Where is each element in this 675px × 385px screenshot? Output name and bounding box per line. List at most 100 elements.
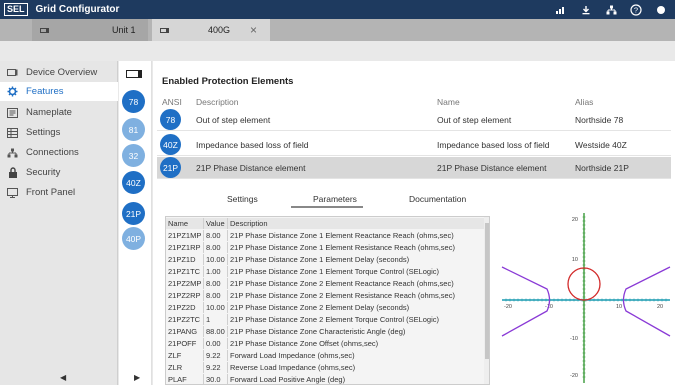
toolbar-strip [0,41,675,61]
tab-label: 400G [208,25,231,35]
gear-icon [7,86,18,97]
scrollbar-thumb[interactable] [485,223,489,359]
rail-element-32[interactable]: 32 [122,144,145,167]
table-row[interactable]: 21PZ1RP 8.00 21P Phase Distance Zone 1 Ele… [166,242,484,253]
column-divider [227,266,228,277]
help-icon[interactable]: ? [630,3,642,16]
rail-element-81[interactable]: 81 [122,118,145,141]
table-row[interactable]: ZLR 9.22 Reverse Load Impedance (ohms,sec) [166,362,484,373]
y-tick-label: -20 [570,373,578,379]
y-tick-label: 20 [572,217,578,223]
param-name: 21PZ1RP [168,243,201,252]
app-title: Grid Configurator [35,4,120,15]
sidebar-item-label: Device Overview [26,67,98,78]
column-divider [203,218,204,229]
rail-element-40p[interactable]: 40P [122,227,145,250]
param-name: 21PZ2TC [168,315,201,324]
param-name: 21PANG [168,327,198,336]
row-name: Out of step element [437,115,512,125]
column-divider [227,338,228,349]
column-divider [203,350,204,361]
column-header-description: Description [196,97,239,107]
scrollbar[interactable] [484,217,489,384]
table-row[interactable]: PLAF 30.0 Forward Load Positive Angle (deg… [166,374,484,384]
column-divider [203,302,204,313]
table-row[interactable]: 78 Out of step element Out of step eleme… [157,109,671,131]
sidebar-item-label: Features [26,86,64,97]
sidebar-item-security[interactable]: Security [0,163,118,182]
tab-settings[interactable]: Settings [227,194,258,204]
table-row[interactable]: 21PZ2TC 1 21P Phase Distance Zone 2 Elemen… [166,314,484,325]
param-value: 1 [206,315,211,324]
rail-element-21p[interactable]: 21P [122,202,145,225]
sidebar-item-connections[interactable]: Connections [0,143,118,162]
sidebar-item-settings[interactable]: Settings [0,123,118,142]
tab-parameters[interactable]: Parameters [313,194,357,204]
scroll-left-button[interactable]: ◀ [60,373,66,382]
sidebar-item-label: Nameplate [26,107,72,118]
x-tick-label: 20 [657,304,663,310]
table-row[interactable]: 21PZ2RP 8.00 21P Phase Distance Zone 2 Ele… [166,290,484,301]
svg-text:?: ? [634,5,638,14]
param-value: 8.00 [206,243,221,252]
lock-icon [7,167,18,178]
tab-documentation[interactable]: Documentation [409,194,466,204]
network-icon[interactable] [605,4,617,16]
column-header-ansi: ANSI [162,97,182,107]
sidebar-item-label: Settings [26,127,61,138]
status-dot-icon[interactable] [655,4,667,16]
device-icon [40,27,49,33]
table-row[interactable]: 21PZ1D 10.00 21P Phase Distance Zone 1 Ele… [166,254,484,265]
signal-icon[interactable] [555,4,567,16]
rail-element-40z[interactable]: 40Z [122,171,145,194]
connections-icon [7,147,18,158]
download-icon[interactable] [580,4,592,16]
table-row[interactable]: 21PANG 88.00 21P Phase Distance Zone Chara… [166,326,484,337]
param-value: 8.00 [206,291,221,300]
sidebar-item-front-panel[interactable]: Front Panel [0,183,118,202]
column-header-alias: Alias [575,97,594,107]
table-row-selected[interactable]: 21P 21P Phase Distance element 21P Phase… [157,157,671,179]
sidebar-item-features[interactable]: Features [0,82,118,101]
table-row[interactable]: 21PZ1TC 1.00 21P Phase Distance Zone 1 Ele… [166,266,484,277]
document-tab-bar: Unit 1 400G × [0,19,675,41]
rail-element-78[interactable]: 78 [122,90,145,113]
table-row[interactable]: 21PZ1MP 8.00 21P Phase Distance Zone 1 Ele… [166,230,484,241]
table-row[interactable]: ZLF 9.22 Forward Load Impedance (ohms,sec) [166,350,484,361]
param-description: 21P Phase Distance Zone 2 Element Delay … [230,303,410,312]
nameplate-icon [7,107,18,118]
column-divider [227,218,228,229]
table-header-row: Name Value Description [166,218,484,229]
param-name: 21PZ2D [168,303,196,312]
tab-400g[interactable]: 400G × [152,19,270,41]
column-divider [203,326,204,337]
table-row[interactable]: 40Z Impedance based loss of field Impeda… [157,134,671,156]
table-row[interactable]: 21POFF 0.00 21P Phase Distance Zone Offset… [166,338,484,349]
param-description: Reverse Load Impedance (ohms,sec) [230,363,356,372]
sidebar-item-nameplate[interactable]: Nameplate [0,103,118,122]
column-divider [227,326,228,337]
param-description: Forward Load Impedance (ohms,sec) [230,351,355,360]
param-description: 21P Phase Distance Zone 2 Element Torque… [230,315,440,324]
param-value: 30.0 [206,375,221,384]
x-tick-label: 10 [616,304,622,310]
column-divider [227,302,228,313]
sidebar-item-label: Front Panel [26,187,76,198]
row-alias: Northside 78 [575,115,624,125]
param-value: 10.00 [206,255,225,264]
table-row[interactable]: 21PZ2MP 8.00 21P Phase Distance Zone 2 Ele… [166,278,484,289]
param-value: 8.00 [206,279,221,288]
scroll-right-button[interactable]: ▶ [134,373,140,382]
column-divider [227,290,228,301]
sidebar-item-device-overview[interactable]: Device Overview [0,63,118,82]
table-row[interactable]: 21PZ2D 10.00 21P Phase Distance Zone 2 Ele… [166,302,484,313]
param-value: 9.22 [206,351,221,360]
param-description: 21P Phase Distance Zone Offset (ohms,sec… [230,339,379,348]
param-name: 21PZ2MP [168,279,202,288]
column-divider [203,314,204,325]
param-name: 21PZ1TC [168,267,201,276]
tab-unit-1[interactable]: Unit 1 [32,19,148,41]
row-name: Impedance based loss of field [437,140,550,150]
param-name: PLAF [168,375,187,384]
close-icon[interactable]: × [250,23,257,37]
